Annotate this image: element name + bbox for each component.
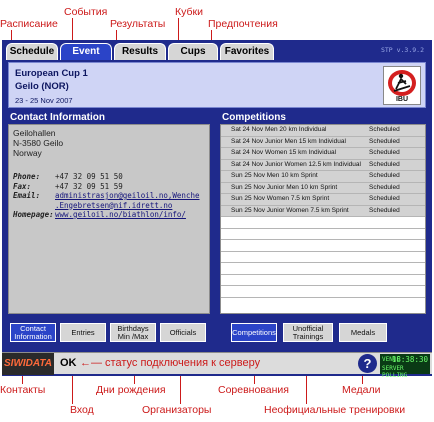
annotation-birthdays: Дни рождения (96, 384, 166, 396)
annotation-login: Вход (70, 404, 94, 416)
phone-row: Phone: +47 32 09 51 50 (13, 172, 123, 181)
annotation-unofficial: Неофициальные тренировки (264, 404, 406, 416)
tab-favorites[interactable]: Favorites (220, 43, 274, 60)
competitions-list: Sat 24 Nov Men 20 km Individual Scheduled… (220, 124, 426, 314)
competition-row[interactable]: Sun 25 Nov Junior Women 7.5 km Sprint Sch… (221, 205, 425, 217)
competition-status: Scheduled (369, 149, 400, 156)
annotation-cups: Кубки (175, 6, 203, 18)
siwidata-logo: SIWIDATA (2, 353, 54, 375)
competitions-button[interactable]: Competitions (231, 323, 277, 342)
annotation-competitions: Соревнования (218, 384, 289, 396)
annotation-line (362, 376, 363, 384)
tab-cups[interactable]: Cups (168, 43, 218, 60)
officials-button[interactable]: Officials (160, 323, 206, 342)
competition-row[interactable]: Sun 25 Nov Women 7.5 km Sprint Scheduled (221, 194, 425, 206)
ibu-logo-text: IBU (396, 96, 408, 103)
contact-info-button[interactable]: Contact Information (10, 323, 56, 342)
homepage-row: Homepage: www.geiloil.no/biathlon/info/ (13, 210, 186, 220)
empty-row (221, 286, 425, 298)
competition-name: Sat 24 Nov Junior Women 12.5 km Individu… (231, 160, 361, 168)
empty-row (221, 229, 425, 240)
annotation-contacts: Контакты (0, 384, 46, 396)
competition-row[interactable]: Sat 24 Nov Junior Men 15 km Individual Sc… (221, 136, 425, 148)
annotation-line (306, 376, 307, 404)
clock: 18:38:30 (391, 355, 428, 364)
tab-schedule[interactable]: Schedule (6, 43, 58, 60)
contact-panel-title: Contact Information (10, 112, 105, 123)
address-line: Norway (13, 148, 42, 158)
empty-row (221, 252, 425, 263)
competition-name: Sun 25 Nov Junior Women 7.5 km Sprint (231, 206, 349, 214)
annotation-connection-status: ←— статус подключения к серверу (80, 357, 261, 369)
status-bar: SIWIDATA OK ←— статус подключения к серв… (2, 352, 432, 379)
annotation-line (134, 376, 135, 384)
competition-row[interactable]: Sun 25 Nov Junior Men 10 km Sprint Schedu… (221, 182, 425, 194)
event-title: European Cup 1 (15, 68, 88, 79)
email-link-cont[interactable]: .Engebretsen@nif.idrett.no (55, 201, 172, 211)
homepage-link[interactable]: www.geiloil.no/biathlon/info/ (55, 210, 186, 220)
empty-row (221, 275, 425, 286)
contact-panel: Geilohallen N-3580 Geilo Norway Phone: +4… (8, 124, 210, 314)
email-link[interactable]: administrasjon@geiloil.no,Wenche (55, 191, 200, 201)
annotation-organizers: Организаторы (142, 404, 212, 416)
address-line: N-3580 Geilo (13, 138, 64, 148)
annotation-events: События (64, 6, 108, 18)
annotation-schedule: Расписание (0, 18, 58, 30)
entries-button[interactable]: Entries (60, 323, 106, 342)
annotation-results: Результаты (110, 18, 166, 30)
connection-status: OK (60, 357, 77, 369)
tab-results[interactable]: Results (114, 43, 166, 60)
server-status-box: VENUE 18:38:30 SERVER POLLING (380, 354, 430, 379)
email-row: Email: administrasjon@geiloil.no,Wenche (13, 191, 200, 201)
unofficial-trainings-button[interactable]: Unofficial Trainings (283, 323, 333, 342)
tab-event[interactable]: Event (60, 43, 112, 60)
annotation-medals: Медали (342, 384, 381, 396)
competition-row[interactable]: Sun 25 Nov Men 10 km Sprint Scheduled (221, 171, 425, 183)
competition-status: Scheduled (369, 206, 400, 214)
competition-status: Scheduled (369, 126, 400, 133)
address-line: Geilohallen (13, 128, 56, 138)
annotation-line (254, 376, 255, 384)
medals-button[interactable]: Medals (339, 323, 387, 342)
competition-name: Sun 25 Nov Women 7.5 km Sprint (231, 195, 330, 202)
annotation-line (22, 376, 23, 384)
competition-status: Scheduled (369, 172, 400, 179)
annotation-line (180, 376, 181, 404)
app-window: Schedule Event Results Cups Favorites ST… (2, 40, 432, 379)
competition-row[interactable]: Sat 24 Nov Men 20 km Individual Scheduled (221, 125, 425, 137)
competition-name: Sat 24 Nov Junior Men 15 km Individual (231, 137, 346, 145)
birthdays-button[interactable]: Birthdays Min /Max (110, 323, 156, 342)
empty-row (221, 240, 425, 252)
empty-row (221, 263, 425, 275)
ibu-logo: IBU (383, 66, 421, 105)
annotation-preferences: Предпочтения (208, 18, 278, 30)
email-row-cont: .Engebretsen@nif.idrett.no (13, 201, 205, 211)
ibu-logo-icon: IBU (388, 70, 416, 103)
competition-name: Sat 24 Nov Men 20 km Individual (231, 126, 327, 133)
competition-name: Sun 25 Nov Men 10 km Sprint (231, 172, 318, 179)
competition-name: Sun 25 Nov Junior Men 10 km Sprint (231, 183, 338, 191)
event-header: European Cup 1 Geilo (NOR) 23 - 25 Nov 2… (8, 62, 426, 108)
server-polling-label: SERVER POLLING (382, 365, 408, 379)
help-icon[interactable]: ? (358, 354, 377, 373)
competition-status: Scheduled (369, 183, 400, 191)
competition-row[interactable]: Sat 24 Nov Junior Women 12.5 km Individu… (221, 159, 425, 171)
competition-status: Scheduled (369, 160, 400, 168)
competition-name: Sat 24 Nov Women 15 km Individual (231, 149, 337, 156)
version-label: STP v.3.9.2 (380, 46, 424, 54)
annotation-line (72, 376, 73, 404)
fax-row: Fax: +47 32 09 51 59 (13, 181, 123, 191)
empty-row (221, 217, 425, 229)
event-dates: 23 - 25 Nov 2007 (15, 96, 73, 105)
competitions-panel-title: Competitions (222, 112, 286, 123)
competition-row[interactable]: Sat 24 Nov Women 15 km Individual Schedul… (221, 148, 425, 160)
event-location: Geilo (NOR) (15, 81, 69, 92)
tab-bar: Schedule Event Results Cups Favorites ST… (2, 40, 432, 60)
competition-status: Scheduled (369, 137, 400, 145)
competition-status: Scheduled (369, 195, 400, 202)
